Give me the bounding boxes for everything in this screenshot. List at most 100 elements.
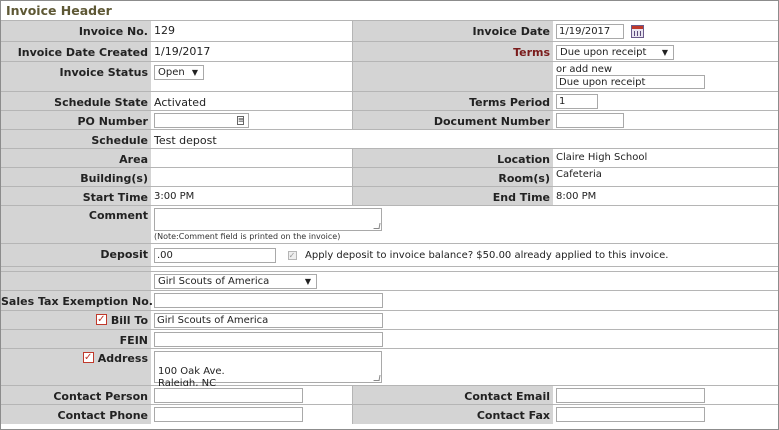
invoice-header-panel: Invoice Header Invoice No. 129 Invoice D… bbox=[0, 0, 779, 430]
row-invoice-status: Invoice Status Open ▼ or add new Due upo… bbox=[1, 62, 778, 92]
rooms-label: Room(s) bbox=[353, 168, 553, 186]
terms-period-label: Terms Period bbox=[353, 92, 553, 110]
terms-new-input[interactable]: Due upon receipt bbox=[556, 75, 705, 89]
terms-label: Terms bbox=[353, 42, 553, 61]
area-value bbox=[151, 149, 353, 167]
contact-phone-cell bbox=[151, 405, 353, 424]
invoice-no-label: Invoice No. bbox=[1, 21, 151, 41]
invoice-date-cell: 1/19/2017 bbox=[553, 21, 779, 41]
location-label: Location bbox=[353, 149, 553, 167]
buildings-value bbox=[151, 168, 353, 186]
row-invoice-no: Invoice No. 129 Invoice Date 1/19/2017 bbox=[1, 21, 778, 42]
invoice-date-input[interactable]: 1/19/2017 bbox=[556, 24, 624, 39]
address-label-cell: ✓ Address bbox=[1, 349, 151, 385]
row-area: Area Location Claire High School bbox=[1, 149, 778, 168]
lookup-icon[interactable]: ≡ bbox=[237, 116, 244, 125]
address-cell: 100 Oak Ave. Raleigh, NC bbox=[151, 349, 779, 389]
document-number-input[interactable] bbox=[556, 113, 624, 128]
row-bill-to: ✓ Bill To Girl Scouts of America bbox=[1, 311, 778, 330]
address-textarea[interactable]: 100 Oak Ave. Raleigh, NC bbox=[154, 351, 382, 389]
contact-email-label: Contact Email bbox=[353, 386, 553, 404]
invoice-status-label: Invoice Status bbox=[1, 62, 151, 91]
invoice-form: Invoice No. 129 Invoice Date 1/19/2017 I… bbox=[1, 21, 778, 424]
address-label: Address bbox=[97, 352, 148, 365]
area-label: Area bbox=[1, 149, 151, 167]
apply-deposit-checkbox[interactable]: ✓ bbox=[287, 250, 297, 260]
customer-cell: Girl Scouts of America ▼ bbox=[151, 272, 779, 290]
terms-add-new-text: or add new bbox=[556, 64, 613, 75]
contact-phone-label: Contact Phone bbox=[1, 405, 151, 424]
fein-input[interactable] bbox=[154, 332, 383, 347]
row-contact-person: Contact Person Contact Email bbox=[1, 386, 778, 405]
bill-to-checkbox[interactable]: ✓ bbox=[95, 314, 107, 325]
schedule-state-label: Schedule State bbox=[1, 92, 151, 110]
invoice-no-value: 129 bbox=[151, 21, 353, 41]
terms-period-input[interactable]: 1 bbox=[556, 94, 598, 109]
contact-fax-cell bbox=[553, 405, 779, 424]
row-sales-tax: Sales Tax Exemption No. bbox=[1, 291, 778, 311]
sales-tax-label: Sales Tax Exemption No. bbox=[1, 291, 153, 310]
schedule-label: Schedule bbox=[1, 130, 151, 148]
schedule-value: Test depost bbox=[154, 134, 217, 147]
customer-label-cell bbox=[1, 272, 151, 290]
apply-deposit-text: Apply deposit to invoice balance? $50.00… bbox=[305, 250, 669, 261]
contact-person-cell bbox=[151, 386, 353, 404]
invoice-status-cell: Open ▼ bbox=[151, 62, 353, 91]
invoice-status-select[interactable]: Open ▼ bbox=[154, 65, 204, 80]
terms-period-cell: 1 bbox=[553, 92, 779, 110]
row-schedule-state: Schedule State Activated Terms Period 1 bbox=[1, 92, 778, 111]
row-comment: Comment (Note:Comment field is printed o… bbox=[1, 206, 778, 244]
deposit-label: Deposit bbox=[1, 244, 151, 266]
comment-textarea[interactable] bbox=[154, 208, 382, 231]
document-number-cell bbox=[553, 111, 779, 129]
contact-email-cell bbox=[553, 386, 779, 404]
bill-to-cell: Girl Scouts of America bbox=[151, 311, 779, 329]
bill-to-label: Bill To bbox=[110, 314, 148, 327]
bill-to-input[interactable]: Girl Scouts of America bbox=[154, 313, 383, 328]
po-number-cell: ≡ bbox=[151, 111, 353, 129]
row-address: ✓ Address 100 Oak Ave. Raleigh, NC bbox=[1, 349, 779, 389]
panel-title: Invoice Header bbox=[1, 1, 778, 21]
resize-handle-icon[interactable] bbox=[373, 223, 381, 229]
po-number-label: PO Number bbox=[1, 111, 151, 129]
contact-person-input[interactable] bbox=[154, 388, 303, 403]
terms-cell: Due upon receipt ▼ bbox=[553, 42, 779, 61]
contact-phone-input[interactable] bbox=[154, 407, 303, 422]
address-checkbox[interactable]: ✓ bbox=[82, 352, 94, 363]
row-deposit: Deposit .00 ✓ Apply deposit to invoice b… bbox=[1, 244, 778, 267]
end-time-label: End Time bbox=[353, 187, 553, 205]
row-contact-phone: Contact Phone Contact Fax bbox=[1, 405, 778, 424]
po-number-input[interactable]: ≡ bbox=[154, 113, 249, 128]
contact-email-input[interactable] bbox=[556, 388, 705, 403]
sales-tax-input[interactable] bbox=[154, 293, 383, 308]
invoice-date-label: Invoice Date bbox=[353, 21, 553, 41]
document-number-label: Document Number bbox=[353, 111, 553, 129]
resize-handle-icon[interactable] bbox=[373, 375, 381, 381]
start-time-value: 3:00 PM bbox=[151, 187, 353, 205]
end-time-value: 8:00 PM bbox=[556, 191, 597, 202]
invoice-status-selected-value: Open bbox=[158, 67, 185, 78]
row-date-created: Invoice Date Created 1/19/2017 Terms Due… bbox=[1, 42, 778, 62]
row-po-number: PO Number ≡ Document Number bbox=[1, 111, 778, 130]
terms-add-new-label-cell bbox=[353, 62, 553, 91]
row-schedule: Schedule Test depost bbox=[1, 130, 778, 149]
rooms-value: Cafeteria bbox=[556, 169, 602, 180]
buildings-label: Building(s) bbox=[1, 168, 151, 186]
terms-selected-value: Due upon receipt bbox=[560, 47, 647, 58]
customer-select[interactable]: Girl Scouts of America ▼ bbox=[154, 274, 317, 289]
deposit-cell: .00 ✓ Apply deposit to invoice balance? … bbox=[151, 244, 779, 266]
sales-tax-cell bbox=[151, 291, 779, 310]
location-value: Claire High School bbox=[556, 152, 648, 163]
contact-person-label: Contact Person bbox=[1, 386, 151, 404]
row-fein: FEIN bbox=[1, 330, 778, 349]
fein-cell bbox=[151, 330, 779, 348]
row-customer: Girl Scouts of America ▼ bbox=[1, 272, 778, 291]
comment-cell: (Note:Comment field is printed on the in… bbox=[151, 206, 779, 243]
calendar-icon[interactable] bbox=[630, 25, 644, 38]
terms-add-new-cell: or add new Due upon receipt bbox=[553, 62, 779, 91]
start-time-label: Start Time bbox=[1, 187, 151, 205]
contact-fax-input[interactable] bbox=[556, 407, 705, 422]
chevron-down-icon: ▼ bbox=[191, 68, 198, 77]
terms-select[interactable]: Due upon receipt ▼ bbox=[556, 45, 674, 60]
deposit-input[interactable]: .00 bbox=[154, 248, 276, 263]
